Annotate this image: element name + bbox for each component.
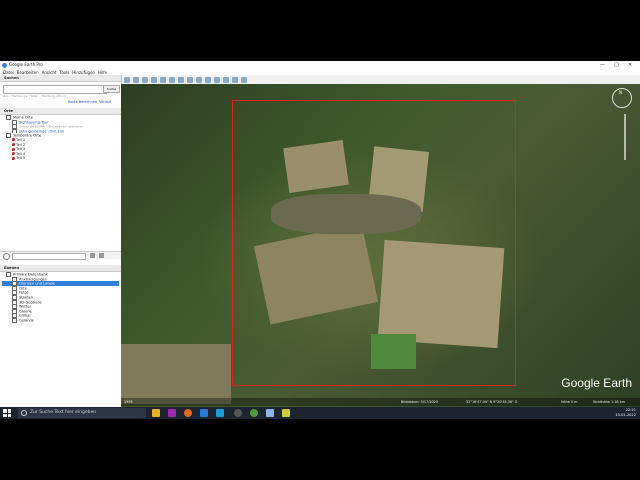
places-item-label: Teil 5 [16,156,26,161]
compass-icon[interactable]: N [612,88,632,108]
close-button[interactable]: ✕ [628,61,632,69]
elevation: Höhe 0 m [561,400,578,404]
places-item-label: Teil 2 [16,142,26,147]
search-icon [21,410,27,416]
hide-sidebar-icon[interactable] [124,76,130,83]
route-link[interactable]: Route berechnen [68,100,97,104]
sun-icon[interactable] [187,76,193,83]
app-icon[interactable] [250,409,258,417]
taskbar: Zur Suche Text hier eingeben 22:21 15.01… [0,407,640,419]
google-earth-icon [2,63,7,68]
maximize-button[interactable]: □ [614,61,619,69]
search-button[interactable]: Suche [103,85,120,93]
app-icon[interactable] [200,409,208,417]
places-tree: Meine Orte Sightseeing-Tour Zuerst die Ebe… [2,115,119,161]
firefox-icon[interactable] [184,409,192,417]
checkbox[interactable] [6,115,11,120]
app-icon[interactable] [168,409,176,417]
layers-tree: Primäre Datenbank Ankündigungen Grenzen un… [2,272,119,323]
layer-item-label: Primäre Datenbank [13,272,48,277]
placemark-icon[interactable] [12,138,15,142]
history-link[interactable]: Verlauf [99,100,111,104]
app-window: Google Earth Pro — □ ✕ Datei Bearbeiten An… [0,61,640,419]
placemark-icon[interactable] [133,76,139,83]
search-places-icon[interactable] [3,253,10,260]
places-toolbar [0,251,121,260]
google-earth-taskbar-icon[interactable] [266,409,274,417]
search-input[interactable] [3,85,107,94]
checkbox[interactable] [6,272,11,277]
placemark-icon[interactable] [12,152,15,156]
layer-item-label: Gelände [19,318,34,323]
placemark-icon[interactable] [12,147,15,151]
eye-altitude: Sichthöhe 1.18 km [593,400,625,404]
clock-date: 15.01.2022 [615,413,636,417]
places-item-label: Teil 1 [16,137,26,142]
layers-header[interactable]: Ebenen [0,265,121,272]
file-explorer-icon[interactable] [152,409,160,417]
app-icon[interactable] [216,409,224,417]
status-bar: 1995 Bilddatum: 9/17/2020 52°16'47.04" N… [121,398,640,406]
selection-rectangle [232,100,516,386]
app-icon[interactable] [282,409,290,417]
taskbar-search-input[interactable]: Zur Suche Text hier eingeben [18,408,146,418]
coordinates: 52°16'47.04" N 9°20'35.36" O [466,400,518,404]
zoom-slider[interactable] [624,114,626,160]
minimize-button[interactable]: — [600,61,605,69]
scale-legend: 1995 [124,400,133,404]
imagery-date: Bilddatum: 9/17/2020 [401,400,438,404]
google-maps-icon[interactable] [241,76,247,83]
toolbar [121,75,640,84]
polygon-icon[interactable] [142,76,148,83]
placemark-icon[interactable] [12,143,15,147]
places-item-label: Teil 4 [16,151,26,156]
places-item-label: Teil 3 [16,147,26,152]
image-overlay-icon[interactable] [160,76,166,83]
ruler-icon[interactable] [205,76,211,83]
map-view[interactable]: N Google Earth [121,84,640,407]
sidebar: Suchen Suche Bsp.: Hamburger Hafen - Ham… [0,75,122,411]
window-title: Google Earth Pro [9,62,43,67]
checkbox[interactable] [12,317,17,323]
search-hint: Bsp.: Hamburger Hafen - Hamburg-Altona [3,94,66,98]
record-tour-icon[interactable] [169,76,175,83]
search-header[interactable]: Suchen [0,75,121,82]
print-icon[interactable] [223,76,229,83]
layer-item-label: Straßen [19,295,34,300]
google-earth-logo: Google Earth [561,376,632,390]
planets-icon[interactable] [196,76,202,83]
placemark-icon[interactable] [12,156,15,160]
app-icon[interactable] [234,409,242,417]
historical-imagery-icon[interactable] [178,76,184,83]
windows-start-icon[interactable] [3,409,11,417]
checkbox[interactable] [6,133,11,138]
places-filter-input[interactable] [12,253,86,260]
places-item[interactable]: Teil 5 [2,156,119,161]
move-down-icon[interactable] [99,253,104,258]
email-icon[interactable] [214,76,220,83]
layer-item[interactable]: Gelände [2,317,119,323]
places-header[interactable]: Orte [0,108,121,115]
save-image-icon[interactable] [232,76,238,83]
field [121,344,231,404]
move-up-icon[interactable] [90,253,95,258]
title-bar: Google Earth Pro — □ ✕ [0,61,640,69]
path-icon[interactable] [151,76,157,83]
system-tray[interactable]: 22:21 15.01.2022 [615,407,636,419]
